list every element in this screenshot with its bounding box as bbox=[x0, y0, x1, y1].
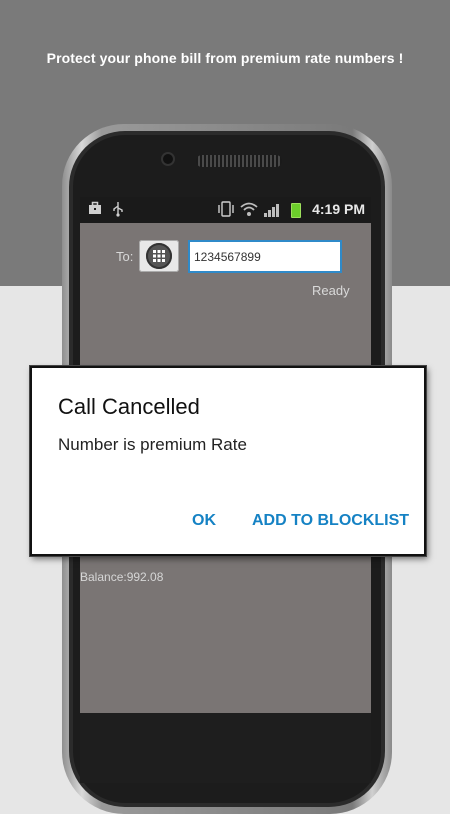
dialog-title: Call Cancelled bbox=[58, 394, 200, 419]
battery-icon bbox=[291, 203, 301, 218]
wifi-icon bbox=[240, 201, 258, 222]
front-camera bbox=[163, 154, 173, 164]
balance-text: Balance:992.08 bbox=[80, 570, 164, 584]
contact-picker-button[interactable] bbox=[139, 240, 179, 272]
phone-number-input[interactable] bbox=[188, 240, 342, 273]
clock: 4:19 PM bbox=[312, 201, 365, 217]
dialpad-icon bbox=[146, 243, 172, 269]
signal-icon bbox=[264, 204, 280, 217]
add-to-blocklist-button[interactable]: ADD TO BLOCKLIST bbox=[252, 512, 409, 530]
status-bar: 4:19 PM bbox=[80, 197, 371, 223]
promo-headline: Protect your phone bill from premium rat… bbox=[46, 50, 404, 66]
earpiece-speaker bbox=[196, 155, 282, 167]
to-label: To: bbox=[116, 249, 134, 264]
call-cancelled-dialog: Call Cancelled Number is premium Rate OK… bbox=[30, 366, 426, 556]
usb-icon bbox=[112, 201, 124, 222]
vibrate-icon bbox=[217, 201, 235, 222]
phone-bottom-bezel bbox=[80, 713, 371, 783]
ok-button[interactable]: OK bbox=[192, 512, 216, 530]
dialog-message: Number is premium Rate bbox=[58, 435, 247, 454]
status-text: Ready bbox=[312, 283, 350, 298]
briefcase-icon bbox=[88, 201, 102, 220]
